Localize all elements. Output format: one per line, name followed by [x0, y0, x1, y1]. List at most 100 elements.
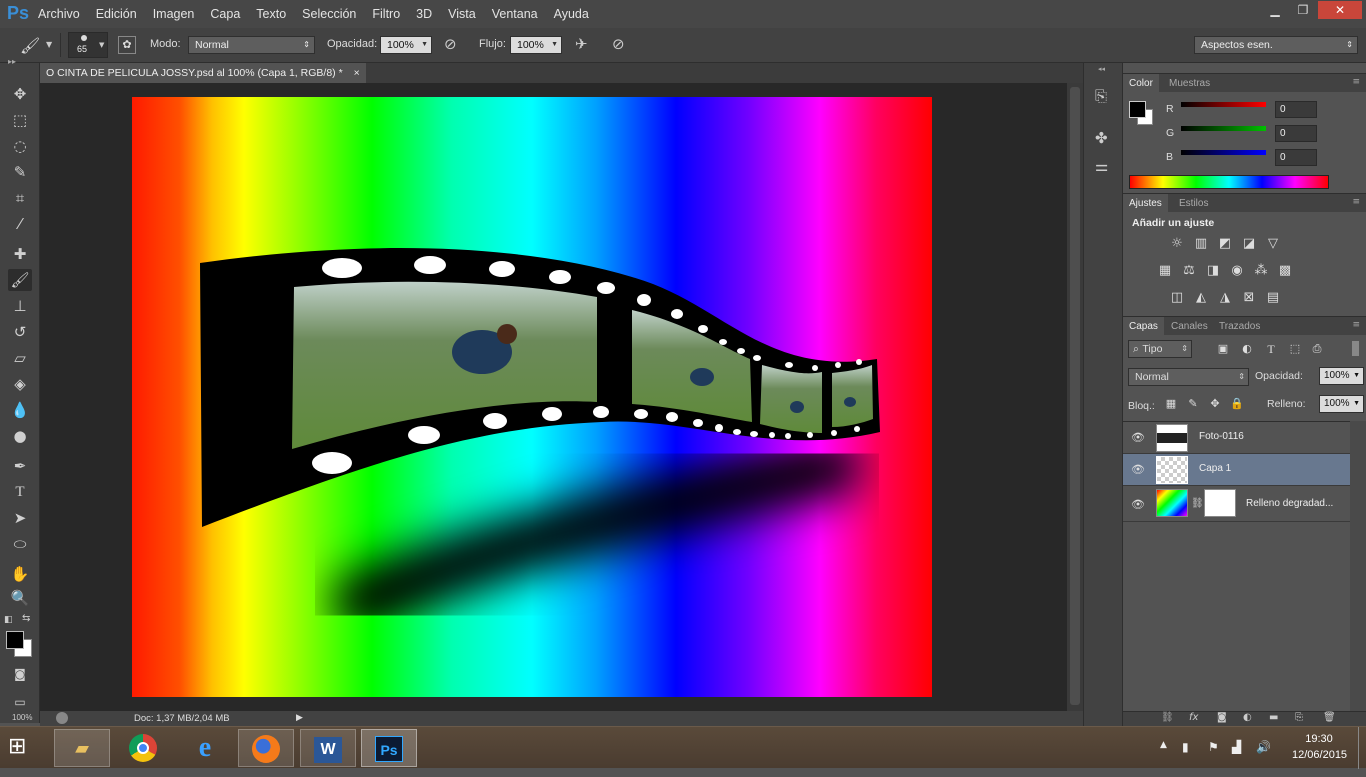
- menu-edicion[interactable]: Edición: [96, 7, 137, 21]
- add-mask-icon[interactable]: ◙: [1217, 712, 1227, 723]
- filter-toggle[interactable]: [1352, 341, 1359, 356]
- tab-styles[interactable]: Estilos: [1173, 194, 1214, 213]
- new-adjustment-icon[interactable]: ◐: [1243, 712, 1252, 723]
- lock-transparent-icon[interactable]: ▦: [1163, 397, 1179, 411]
- brush-presets-panel-icon[interactable]: ✤: [1095, 129, 1108, 147]
- clone-source-panel-icon[interactable]: ⚌: [1095, 157, 1108, 175]
- lock-all-icon[interactable]: 🔒: [1229, 397, 1245, 411]
- move-tool-icon[interactable]: ✥: [8, 83, 32, 105]
- hand-tool-icon[interactable]: ✋: [8, 563, 32, 585]
- visibility-eye-icon[interactable]: 👁: [1131, 498, 1145, 511]
- quick-selection-tool-icon[interactable]: ✎: [8, 161, 32, 183]
- filter-adjustment-icon[interactable]: ◐: [1239, 342, 1255, 356]
- crop-tool-icon[interactable]: ⌗: [8, 187, 32, 209]
- show-desktop-button[interactable]: [1358, 727, 1366, 769]
- lock-pixels-icon[interactable]: ✎: [1185, 397, 1201, 411]
- status-icon[interactable]: [56, 712, 68, 724]
- restore-button[interactable]: ❐: [1290, 1, 1316, 19]
- threshold-icon[interactable]: ◮: [1217, 291, 1233, 305]
- screen-mode-icon[interactable]: ▭: [8, 691, 32, 713]
- vertical-scrollbar[interactable]: [1067, 83, 1083, 711]
- swap-colors-icon[interactable]: ⇆: [22, 613, 30, 624]
- status-menu-arrow-icon[interactable]: ▶: [296, 713, 303, 723]
- gradient-map-icon[interactable]: ▤: [1265, 291, 1281, 305]
- menu-archivo[interactable]: Archivo: [38, 7, 80, 21]
- brush-panel-icon[interactable]: ✿: [118, 36, 136, 54]
- channel-g-slider[interactable]: [1181, 126, 1266, 131]
- tab-adjustments[interactable]: Ajustes: [1123, 194, 1168, 213]
- clone-stamp-tool-icon[interactable]: ⊥: [8, 295, 32, 317]
- channel-b-input[interactable]: 0: [1275, 149, 1317, 166]
- flag-icon[interactable]: ⚑: [1208, 740, 1219, 754]
- levels-icon[interactable]: ▥: [1193, 237, 1209, 251]
- paint-bucket-tool-icon[interactable]: ◈: [8, 373, 32, 395]
- file-explorer-icon[interactable]: ▰: [54, 729, 110, 767]
- layer-row-selected[interactable]: 👁 Capa 1: [1123, 454, 1350, 486]
- color-balance-icon[interactable]: ⚖: [1181, 264, 1197, 278]
- channel-mixer-icon[interactable]: ⁂: [1253, 264, 1269, 278]
- word-icon[interactable]: W: [300, 729, 356, 767]
- menu-3d[interactable]: 3D: [416, 7, 432, 21]
- brightness-contrast-icon[interactable]: ☼: [1169, 237, 1185, 251]
- new-layer-icon[interactable]: ⎘: [1295, 712, 1303, 723]
- layer-row[interactable]: 👁 Foto-0116: [1123, 422, 1350, 454]
- internet-explorer-icon[interactable]: e: [177, 729, 233, 767]
- close-button[interactable]: ✕: [1318, 1, 1362, 19]
- menu-vista[interactable]: Vista: [448, 7, 476, 21]
- panel-menu-icon[interactable]: ≡: [1352, 320, 1360, 330]
- foreground-color-swatch[interactable]: [6, 631, 24, 649]
- new-group-icon[interactable]: ▬: [1269, 712, 1278, 723]
- tab-paths[interactable]: Trazados: [1213, 317, 1266, 336]
- brush-preset-picker[interactable]: 65 ▼: [68, 32, 108, 58]
- channel-b-slider[interactable]: [1181, 150, 1266, 155]
- clock-time[interactable]: 19:30: [1292, 733, 1346, 745]
- scrollbar-thumb[interactable]: [1070, 87, 1080, 705]
- eyedropper-tool-icon[interactable]: ⁄: [8, 213, 32, 235]
- filter-pixel-icon[interactable]: ▣: [1215, 342, 1231, 356]
- fx-icon[interactable]: fx: [1189, 712, 1198, 723]
- minimize-button[interactable]: ▁: [1262, 1, 1288, 19]
- blend-mode-select[interactable]: Normal ⇕: [1128, 368, 1249, 386]
- history-panel-icon[interactable]: ⎘: [1095, 87, 1107, 105]
- menu-imagen[interactable]: Imagen: [153, 7, 195, 21]
- history-brush-tool-icon[interactable]: ↺: [8, 321, 32, 343]
- ellipse-tool-icon[interactable]: ⬭: [8, 533, 32, 555]
- flow-input[interactable]: 100% ▼: [510, 36, 562, 54]
- tab-swatches[interactable]: Muestras: [1163, 74, 1216, 93]
- curves-icon[interactable]: ◩: [1217, 237, 1233, 251]
- hue-saturation-icon[interactable]: ▦: [1157, 264, 1173, 278]
- color-spectrum-bar[interactable]: [1129, 175, 1329, 189]
- tab-layers[interactable]: Capas: [1123, 317, 1164, 336]
- layer-row[interactable]: 👁 ⛓ Relleno degradad...: [1123, 486, 1350, 522]
- tab-channels[interactable]: Canales: [1165, 317, 1214, 336]
- mode-select[interactable]: Normal ⇕: [188, 36, 315, 54]
- menu-seleccion[interactable]: Selección: [302, 7, 356, 21]
- clock-date[interactable]: 12/06/2015: [1292, 749, 1347, 761]
- type-tool-icon[interactable]: T: [8, 481, 32, 503]
- lock-position-icon[interactable]: ✥: [1207, 397, 1223, 411]
- selective-color-icon[interactable]: ⊠: [1241, 291, 1257, 305]
- color-lookup-icon[interactable]: ▩: [1277, 264, 1293, 278]
- visibility-eye-icon[interactable]: 👁: [1131, 463, 1145, 476]
- dodge-tool-icon[interactable]: ●: [8, 425, 32, 447]
- collapse-icon[interactable]: ▸▸: [8, 57, 16, 66]
- workspace-select[interactable]: Aspectos esen. ⇕: [1194, 36, 1358, 54]
- close-tab-icon[interactable]: ×: [354, 67, 360, 79]
- zoom-tool-icon[interactable]: 🔍: [8, 587, 32, 609]
- opacity-input[interactable]: 100% ▼: [380, 36, 432, 54]
- layer-opacity-input[interactable]: 100% ▼: [1319, 367, 1364, 385]
- vibrance-icon[interactable]: ▽: [1265, 237, 1281, 251]
- tab-color[interactable]: Color: [1123, 74, 1159, 93]
- firefox-icon[interactable]: [238, 729, 294, 767]
- black-white-icon[interactable]: ◨: [1205, 264, 1221, 278]
- photoshop-taskbar-icon[interactable]: Ps: [361, 729, 417, 767]
- exposure-icon[interactable]: ◪: [1241, 237, 1257, 251]
- menu-ventana[interactable]: Ventana: [492, 7, 538, 21]
- filter-shape-icon[interactable]: ⬚: [1287, 342, 1303, 356]
- menu-capa[interactable]: Capa: [210, 7, 240, 21]
- volume-icon[interactable]: 🔊: [1256, 740, 1271, 754]
- channel-g-input[interactable]: 0: [1275, 125, 1317, 142]
- link-layers-icon[interactable]: ⛓: [1161, 712, 1174, 723]
- path-selection-tool-icon[interactable]: ➤: [8, 507, 32, 529]
- visibility-eye-icon[interactable]: 👁: [1131, 431, 1145, 444]
